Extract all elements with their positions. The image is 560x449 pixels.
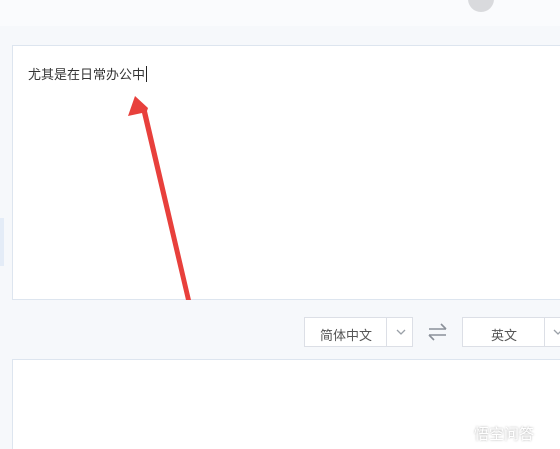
source-language-select[interactable]: 简体中文	[304, 317, 413, 347]
chat-bubble-icon	[449, 424, 469, 442]
target-language-label: 英文	[491, 329, 518, 344]
source-text-area[interactable]: 尤其是在日常办公中	[12, 45, 560, 300]
source-text-content: 尤其是在日常办公中	[28, 64, 148, 83]
top-toolbar-strip	[0, 0, 560, 26]
watermark: 悟空问答	[448, 422, 534, 444]
chevron-down-icon[interactable]	[551, 325, 560, 339]
left-sidebar-edge	[0, 218, 4, 266]
watermark-text: 悟空问答	[474, 424, 535, 443]
avatar[interactable]	[468, 0, 494, 12]
select-divider	[386, 318, 387, 346]
select-divider	[544, 318, 545, 346]
text-cursor	[146, 66, 148, 82]
chevron-down-icon[interactable]	[394, 325, 408, 339]
swap-arrows-icon[interactable]	[425, 321, 451, 343]
source-text-value: 尤其是在日常办公中	[28, 68, 146, 83]
translator-page: 尤其是在日常办公中 简体中文 英文 悟空问答	[0, 0, 560, 449]
source-language-label: 简体中文	[320, 329, 373, 344]
target-language-select[interactable]: 英文	[462, 317, 560, 347]
